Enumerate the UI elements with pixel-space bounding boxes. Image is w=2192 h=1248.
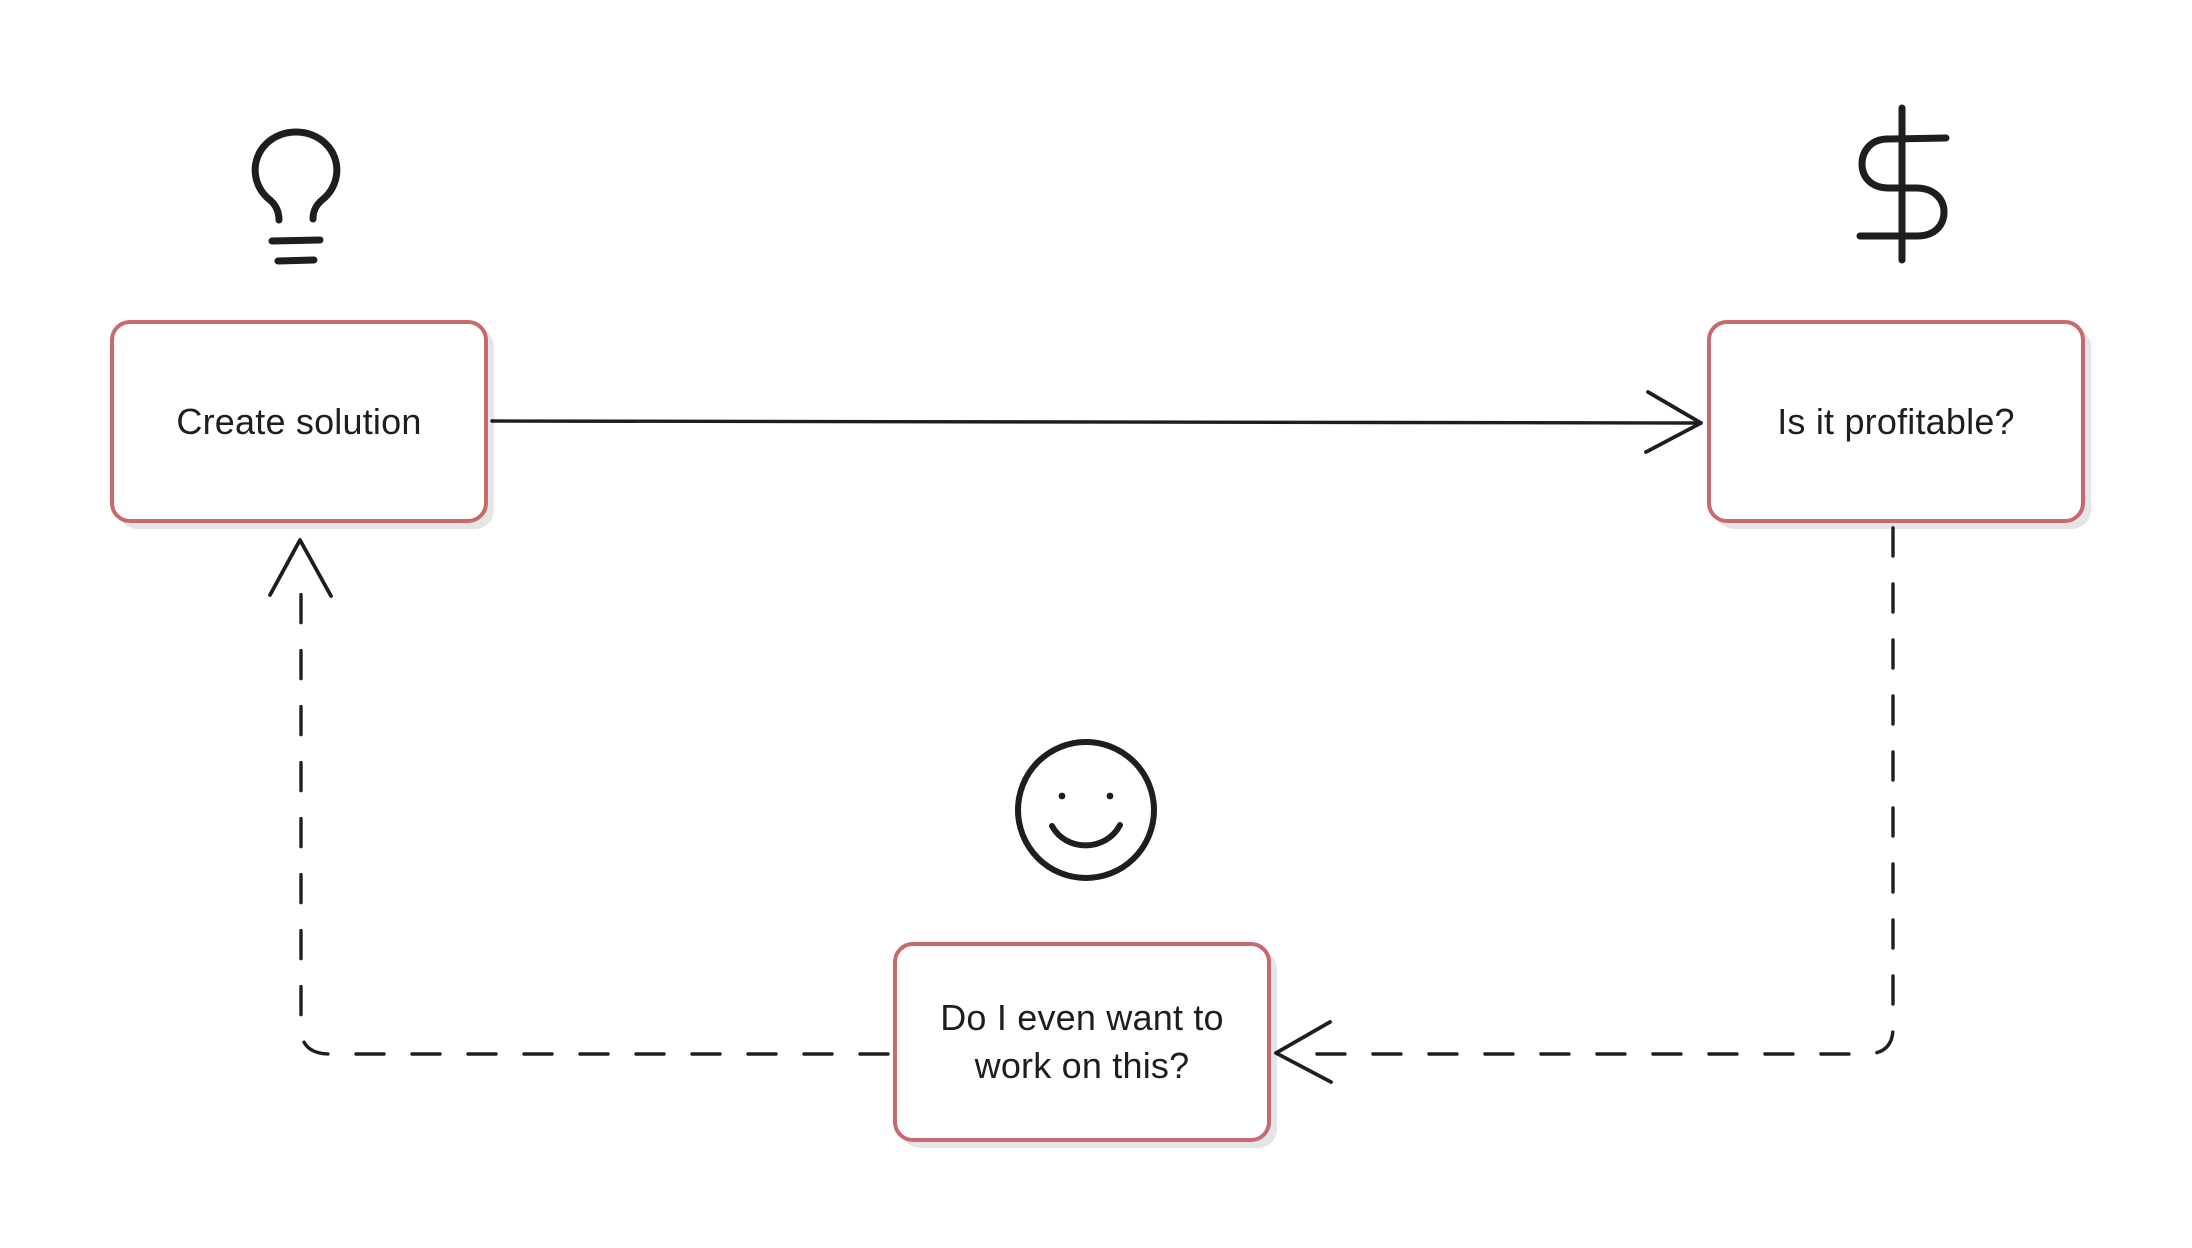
node-want-to-work-label: Do I even want to work on this? bbox=[940, 997, 1224, 1086]
node-is-profitable-label: Is it profitable? bbox=[1777, 400, 2015, 442]
diagram-canvas: Create solution Is it profitable? Do I e… bbox=[0, 0, 2192, 1248]
node-create-solution-label: Create solution bbox=[176, 400, 422, 442]
node-create-solution[interactable]: Create solution bbox=[110, 320, 488, 523]
edge-create-to-profitable[interactable] bbox=[490, 390, 1703, 454]
node-want-to-work[interactable]: Do I even want to work on this? bbox=[893, 942, 1271, 1142]
edge-want-to-create[interactable] bbox=[268, 538, 890, 1056]
edge-profitable-to-want[interactable] bbox=[1274, 526, 1895, 1084]
lightbulb-icon bbox=[251, 128, 341, 265]
smiley-face-icon bbox=[1015, 739, 1157, 881]
node-is-profitable[interactable]: Is it profitable? bbox=[1707, 320, 2085, 523]
dollar-sign-icon bbox=[1856, 104, 1950, 264]
